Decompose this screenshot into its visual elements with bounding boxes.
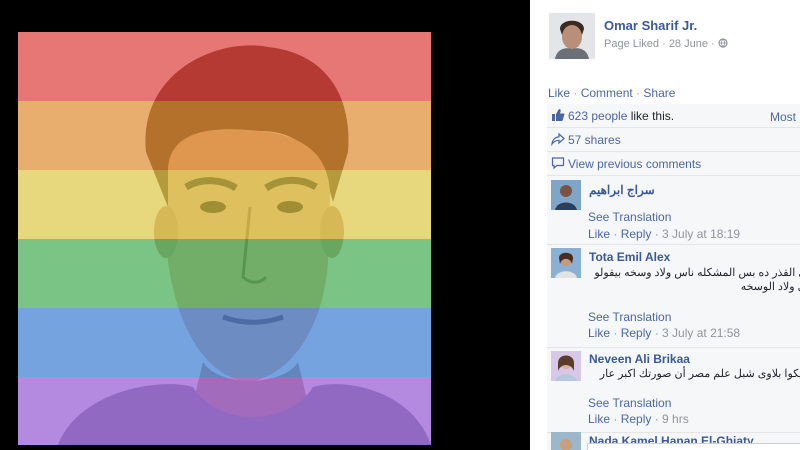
- view-previous-comments-link[interactable]: View previous comments: [568, 157, 701, 171]
- comment-meta: Like · Reply · 9 hrs: [588, 412, 689, 426]
- comment-like-link[interactable]: Like: [588, 326, 610, 340]
- feedback-panel: 623 people like this. Most R 57 shares V…: [547, 104, 800, 450]
- comment-bubble-icon: [551, 156, 565, 170]
- like-link[interactable]: Like: [548, 86, 570, 100]
- likes-summary: 623 people like this.: [568, 109, 674, 123]
- rainbow-stripe-yellow: [18, 170, 431, 239]
- comment-meta: Like · Reply · 3 July at 18:19: [588, 227, 741, 241]
- comment-like-link[interactable]: Like: [588, 227, 610, 241]
- rainbow-stripe-purple: [18, 377, 431, 445]
- comment-meta: Like · Reply · 3 July at 21:58: [588, 326, 741, 340]
- commenter-avatar[interactable]: [551, 432, 581, 450]
- sort-comments-link[interactable]: Most R: [770, 110, 800, 124]
- globe-icon: [718, 38, 728, 50]
- page-avatar[interactable]: [549, 13, 595, 59]
- rainbow-stripe-green: [18, 239, 431, 308]
- commenter-name[interactable]: Neveen Ali Brikaa: [589, 352, 690, 366]
- thumbs-up-icon: [551, 108, 565, 122]
- shares-row: 57 shares: [547, 128, 800, 152]
- previous-comments-row: View previous comments: [547, 152, 800, 176]
- see-translation-link[interactable]: See Translation: [588, 210, 671, 224]
- comment-reply-link[interactable]: Reply: [621, 326, 652, 340]
- likes-suffix: like this.: [627, 109, 675, 123]
- comment-timestamp[interactable]: 3 July at 18:19: [662, 227, 740, 241]
- comment-text: يه المشكله مش فى القذر ده بس المشكله ناس…: [594, 267, 800, 293]
- write-comment-input[interactable]: [587, 443, 800, 450]
- commenter-avatar[interactable]: [551, 248, 581, 278]
- post-header: Omar Sharif Jr. Page Liked · 28 June ·: [530, 0, 800, 82]
- post-meta: Page Liked · 28 June ·: [604, 38, 728, 50]
- comment-link[interactable]: Comment: [581, 86, 633, 100]
- rainbow-stripe-red: [18, 32, 431, 101]
- likes-count-link[interactable]: 623 people: [568, 109, 627, 123]
- likes-row: 623 people like this. Most R: [547, 104, 800, 128]
- rainbow-stripe-orange: [18, 101, 431, 170]
- shares-link[interactable]: 57 shares: [568, 133, 621, 147]
- see-translation-link[interactable]: See Translation: [588, 310, 671, 324]
- comment-reply-link[interactable]: Reply: [621, 227, 652, 241]
- rainbow-stripe-blue: [18, 308, 431, 377]
- post-sidebar: Omar Sharif Jr. Page Liked · 28 June · L…: [530, 0, 800, 450]
- comment-item: Tota Emil Alex يه المشكله مش فى القذر ده…: [547, 244, 800, 348]
- share-arrow-icon: [551, 132, 565, 147]
- comment-reply-link[interactable]: Reply: [621, 412, 652, 426]
- page-name-link[interactable]: Omar Sharif Jr.: [604, 18, 697, 33]
- commenter-avatar[interactable]: [551, 351, 581, 381]
- commenter-avatar[interactable]: [551, 180, 581, 210]
- separator-dot: ·: [573, 86, 581, 100]
- comment-item: Neveen Ali Brikaa ا الله ونعم الوكيل فيك…: [547, 347, 800, 433]
- comment-timestamp[interactable]: 9 hrs: [662, 412, 689, 426]
- post-meta-text: Page Liked · 28 June ·: [604, 38, 715, 50]
- post-actions: Like · Comment · Share: [548, 86, 675, 100]
- photo-viewer: [0, 0, 530, 450]
- commenter-name[interactable]: Tota Emil Alex: [589, 250, 670, 264]
- share-link[interactable]: Share: [643, 86, 675, 100]
- comment-timestamp[interactable]: 3 July at 21:58: [662, 326, 740, 340]
- comment-text: ا الله ونعم الوكيل فيكوا بلاوى شبل علم م…: [599, 368, 800, 380]
- commenter-name[interactable]: سراج ابراهيم: [589, 183, 655, 197]
- comment-like-link[interactable]: Like: [588, 412, 610, 426]
- see-translation-link[interactable]: See Translation: [588, 396, 671, 410]
- profile-photo[interactable]: [18, 32, 431, 445]
- comment-item: سراج ابراهيم See Translation Like · Repl…: [547, 176, 800, 245]
